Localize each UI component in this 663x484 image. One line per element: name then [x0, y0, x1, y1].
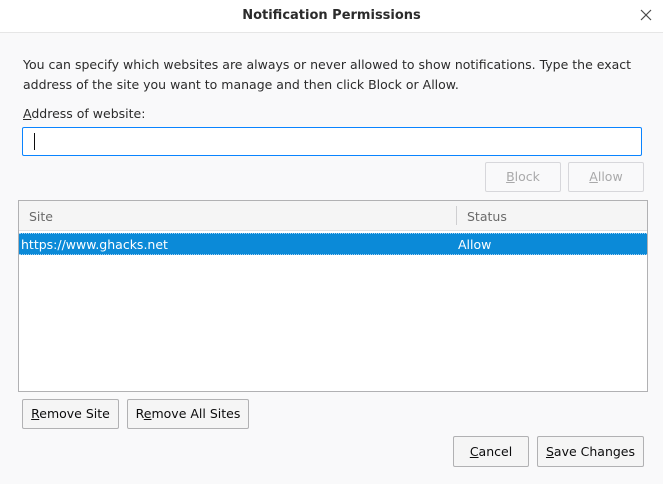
- block-button[interactable]: Block: [485, 162, 561, 192]
- cancel-button[interactable]: Cancel: [453, 436, 529, 467]
- cancel-accesskey: C: [469, 444, 479, 459]
- remove-site-label: emove Site: [39, 406, 110, 421]
- description-text: You can specify which websites are alway…: [23, 57, 632, 92]
- cancel-label: ancel: [478, 444, 513, 459]
- allow-button[interactable]: Allow: [568, 162, 644, 192]
- permissions-table: Site Status https://www.ghacks.net Allow: [18, 200, 648, 392]
- save-label: ave Changes: [553, 444, 636, 459]
- text-caret: [34, 133, 35, 150]
- table-row[interactable]: https://www.ghacks.net Allow: [19, 233, 647, 255]
- address-label-text: ddress of website:: [31, 106, 146, 121]
- block-accesskey: B: [506, 169, 515, 184]
- save-accesskey: S: [545, 444, 554, 459]
- notification-permissions-dialog: Notification Permissions You can specify…: [0, 0, 663, 484]
- allow-label: llow: [597, 169, 623, 184]
- title-bar: Notification Permissions: [0, 0, 663, 33]
- address-input[interactable]: [22, 127, 642, 156]
- column-header-site[interactable]: Site: [29, 209, 53, 224]
- table-header: Site Status: [19, 201, 647, 231]
- block-label: lock: [514, 169, 540, 184]
- column-divider: [456, 206, 457, 225]
- address-label: Address of website:: [23, 106, 145, 121]
- allow-accesskey: A: [589, 169, 598, 184]
- remove-all-prefix: R: [135, 406, 144, 421]
- column-header-status[interactable]: Status: [467, 209, 507, 224]
- site-cell: https://www.ghacks.net: [21, 237, 168, 252]
- remove-all-label: move All Sites: [151, 406, 241, 421]
- remove-site-button[interactable]: Remove Site: [22, 399, 119, 429]
- close-icon[interactable]: [637, 6, 655, 24]
- status-cell: Allow: [458, 237, 492, 252]
- dialog-title: Notification Permissions: [242, 8, 421, 23]
- save-changes-button[interactable]: Save Changes: [537, 436, 644, 467]
- remove-all-sites-button[interactable]: Remove All Sites: [127, 399, 249, 429]
